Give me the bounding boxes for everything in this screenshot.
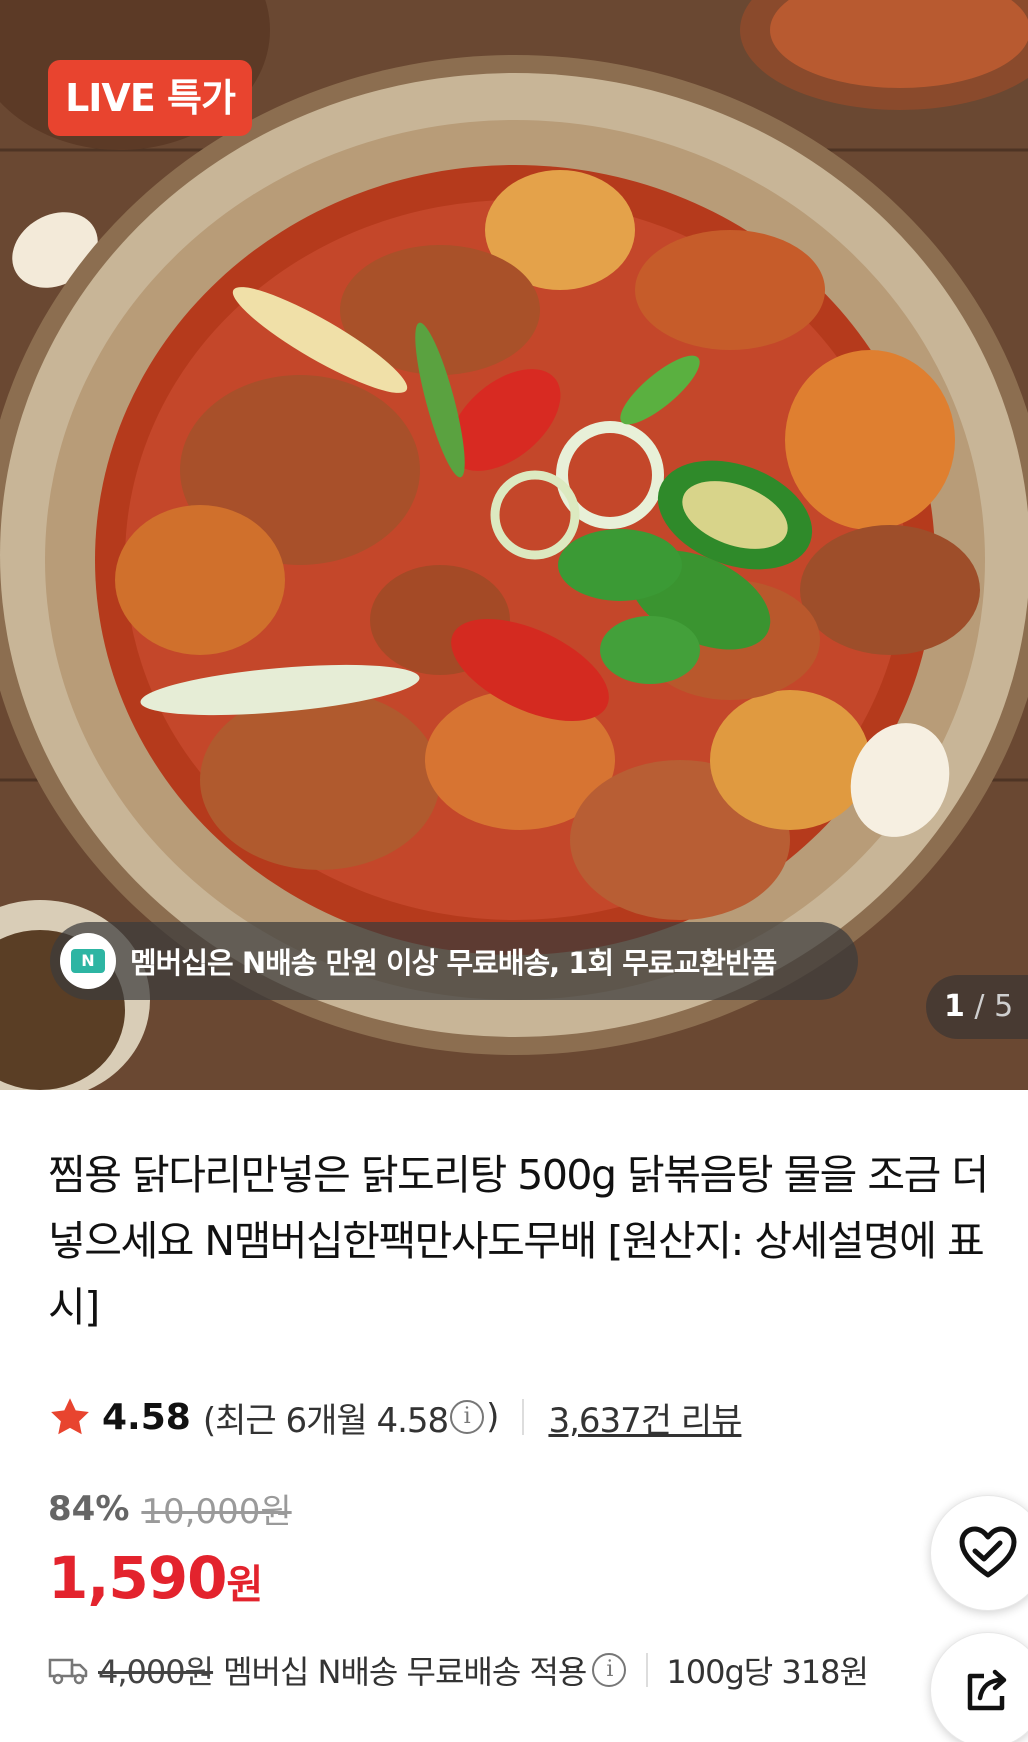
rating-score: 4.58 <box>102 1396 191 1438</box>
product-title: 찜용 닭다리만넣은 닭도리탕 500g 닭볶음탕 물을 조금 더 넣으세요 N맴… <box>48 1151 989 1331</box>
truck-icon <box>48 1658 88 1685</box>
share-button[interactable] <box>930 1632 1028 1742</box>
page-counter-current: 1 <box>944 989 965 1024</box>
live-sale-badge: LIVE 특가 <box>48 60 252 136</box>
product-image-carousel[interactable]: LIVE 특가 N 멤버십은 N배송 만원 이상 무료배송, 1회 무료교환반품… <box>0 0 1028 1090</box>
star-icon <box>51 1398 89 1435</box>
rating-row: 4.58 (최근 6개월 4.58 i ) 3,637건 리뷰 <box>48 1392 742 1442</box>
n-delivery-icon: N <box>60 933 116 989</box>
page-counter-total: 5 <box>994 989 1014 1024</box>
original-price-row: 84% 10,000원 <box>48 1484 292 1533</box>
divider <box>522 1399 525 1435</box>
divider <box>646 1653 649 1687</box>
shipping-info-icon[interactable]: i <box>592 1653 627 1687</box>
sale-price-unit: 원 <box>226 1562 264 1608</box>
share-icon <box>967 1669 1007 1711</box>
review-count-link[interactable]: 3,637건 리뷰 <box>548 1393 742 1442</box>
n-delivery-icon-label: N <box>71 949 105 973</box>
page-counter-separator: / <box>974 989 985 1024</box>
sale-price: 1,590원 <box>48 1544 263 1612</box>
info-icon[interactable]: i <box>450 1400 485 1434</box>
unit-price: 100g당 318원 <box>666 1653 869 1691</box>
membership-notice-pill[interactable]: N 멤버십은 N배송 만원 이상 무료배송, 1회 무료교환반품 <box>50 922 858 1000</box>
sale-price-number: 1,590 <box>48 1544 227 1612</box>
wishlist-button[interactable] <box>930 1495 1028 1611</box>
original-price: 10,000원 <box>141 1492 292 1532</box>
heart-check-icon <box>959 1526 1017 1578</box>
membership-notice-text: 멤버십은 N배송 만원 이상 무료배송, 1회 무료교환반품 <box>130 946 777 980</box>
shipping-notice: 멤버십 N배송 무료배송 적용 <box>223 1653 587 1691</box>
discount-rate: 84% <box>48 1488 130 1529</box>
rating-recent-prefix: (최근 6개월 4.58 <box>202 1400 449 1441</box>
image-page-counter: 1 / 5 <box>926 975 1028 1039</box>
rating-recent-suffix: ) <box>486 1397 499 1437</box>
original-shipping-fee: 4,000원 <box>98 1653 214 1691</box>
shipping-row: 4,000원 멤버십 N배송 무료배송 적용 i 100g당 318원 <box>48 1645 869 1695</box>
